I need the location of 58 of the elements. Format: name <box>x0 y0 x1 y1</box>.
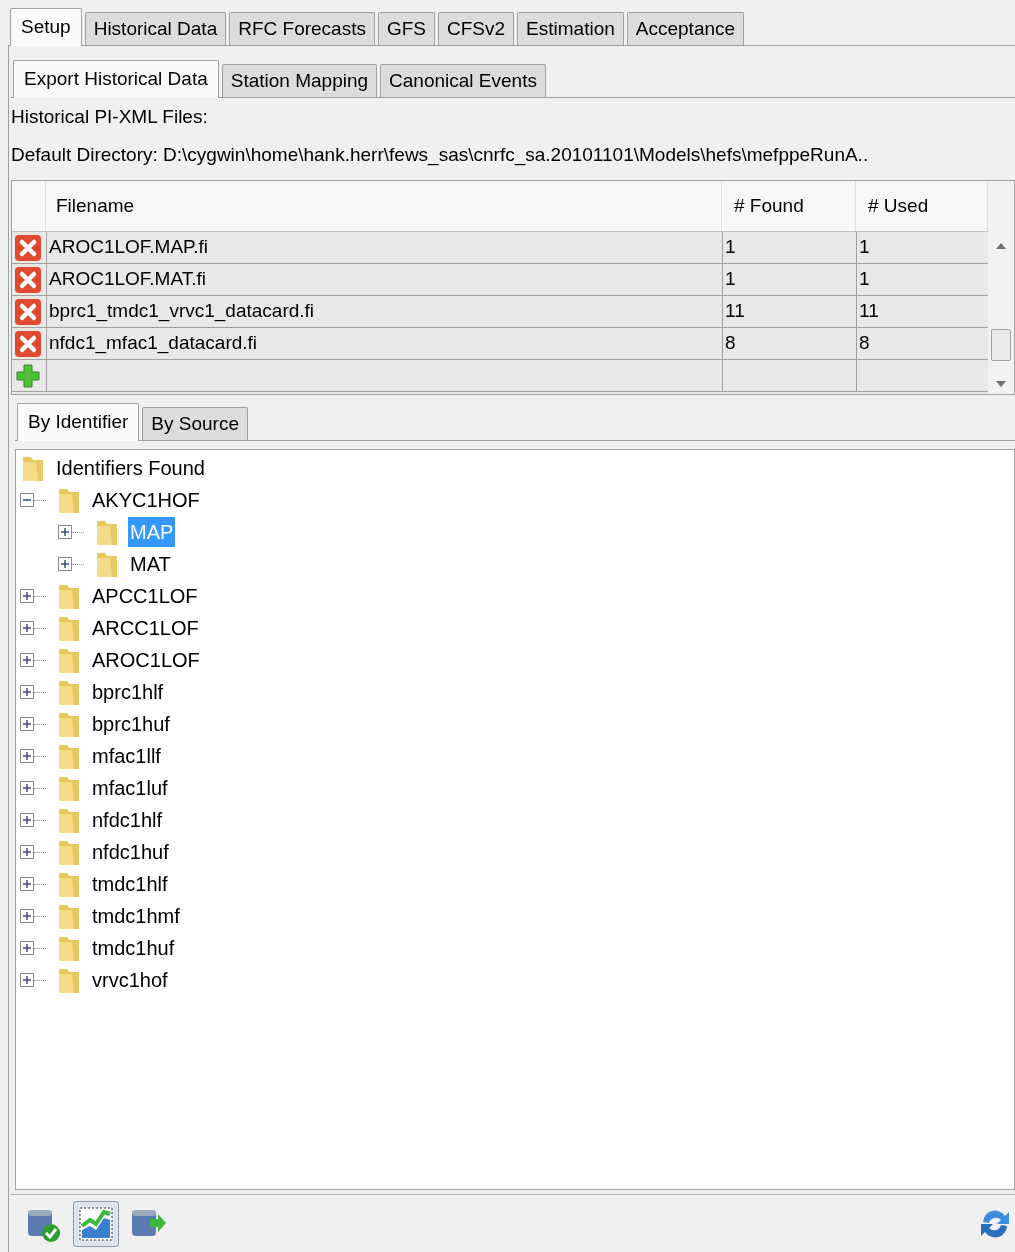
tree-item[interactable]: mfac1luf <box>90 773 170 803</box>
tree-item[interactable]: tmdc1hlf <box>90 869 170 899</box>
expand-icon[interactable] <box>20 589 34 603</box>
scroll-up-icon[interactable] <box>996 243 1006 249</box>
expand-icon[interactable] <box>20 717 34 731</box>
expand-icon[interactable] <box>20 621 34 635</box>
tree-item[interactable]: nfdc1hlf <box>90 805 165 835</box>
tree-item[interactable]: AKYC1HOF <box>90 485 202 515</box>
sub-tab[interactable]: Station Mapping <box>221 64 378 97</box>
directory-label: Default Directory: D:\cygwin\home\hank.herr\fews_sas\cnrfc_sa.20101101\Models\hefs\mefppeRunA.. <box>11 142 870 168</box>
add-icon[interactable] <box>15 362 41 389</box>
tab[interactable]: Acceptance <box>626 12 745 45</box>
section-label: Historical PI-XML Files: <box>11 104 209 129</box>
expand-icon[interactable] <box>20 813 34 827</box>
tree-item[interactable]: bprc1huf <box>90 709 172 739</box>
expand-icon[interactable] <box>20 909 34 923</box>
tree-item[interactable]: nfdc1huf <box>90 837 171 867</box>
toolbar-button[interactable] <box>73 1200 119 1247</box>
tree-item[interactable]: Identifiers Found <box>54 453 207 483</box>
expand-icon[interactable] <box>20 685 34 699</box>
tree-item[interactable]: tmdc1hmf <box>90 901 182 931</box>
tab[interactable]: Setup <box>10 8 82 46</box>
delete-icon[interactable] <box>15 234 41 261</box>
view-tab[interactable]: By Source <box>142 407 248 440</box>
tab[interactable]: CFSv2 <box>438 12 515 45</box>
expand-icon[interactable] <box>20 781 34 795</box>
expand-icon[interactable] <box>20 653 34 667</box>
expand-icon[interactable] <box>20 941 34 955</box>
expand-icon[interactable] <box>20 973 34 987</box>
expand-icon[interactable] <box>58 557 72 571</box>
tree-item[interactable]: mfac1llf <box>90 741 163 771</box>
tab[interactable]: GFS <box>377 12 435 45</box>
tree-item[interactable]: bprc1hlf <box>90 677 166 707</box>
column-header[interactable]: Filename <box>46 181 722 231</box>
tree-item[interactable]: MAT <box>128 549 173 579</box>
expand-icon[interactable] <box>58 525 72 539</box>
sub-tab[interactable]: Export Historical Data <box>13 60 219 98</box>
expand-icon[interactable] <box>20 877 34 891</box>
scrollbar[interactable] <box>988 181 1014 394</box>
delete-icon[interactable] <box>15 266 41 293</box>
scroll-thumb[interactable] <box>991 329 1011 361</box>
tree-item[interactable]: AROC1LOF <box>90 645 202 675</box>
tree-item[interactable]: APCC1LOF <box>90 581 200 611</box>
tab[interactable]: Historical Data <box>84 12 227 45</box>
collapse-icon[interactable] <box>20 493 34 507</box>
sub-tab[interactable]: Canonical Events <box>380 64 546 97</box>
tree-item[interactable]: ARCC1LOF <box>90 613 201 643</box>
expand-icon[interactable] <box>20 749 34 763</box>
delete-icon[interactable] <box>15 330 41 357</box>
view-tab[interactable]: By Identifier <box>17 403 140 441</box>
delete-icon[interactable] <box>15 298 41 325</box>
expand-icon[interactable] <box>20 845 34 859</box>
scroll-down-icon[interactable] <box>996 381 1006 387</box>
tab[interactable]: Estimation <box>517 12 624 45</box>
tree-item[interactable]: tmdc1huf <box>90 933 177 963</box>
tab[interactable]: RFC Forecasts <box>229 12 375 45</box>
tree-item[interactable]: vrvc1hof <box>90 965 170 995</box>
column-header[interactable]: # Found <box>722 181 856 231</box>
